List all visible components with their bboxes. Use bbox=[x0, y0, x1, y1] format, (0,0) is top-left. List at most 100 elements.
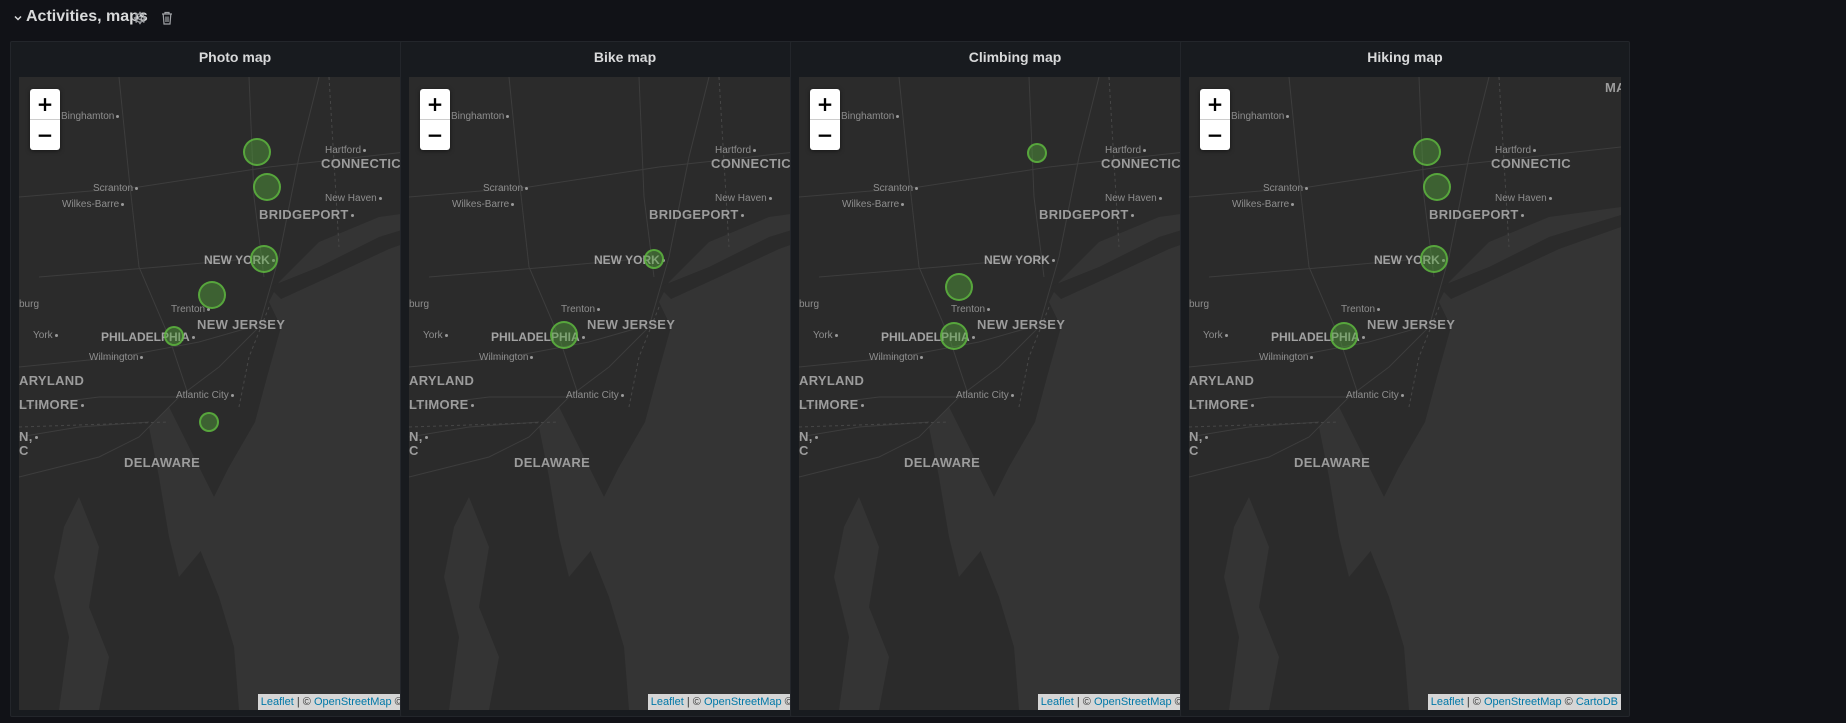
map-label-binghamton: Binghamton bbox=[841, 111, 900, 122]
map-label-wilmington: Wilmington bbox=[89, 352, 144, 363]
activity-marker[interactable] bbox=[1423, 173, 1451, 201]
openstreetmap-link[interactable]: OpenStreetMap bbox=[314, 696, 392, 708]
activity-marker[interactable] bbox=[250, 245, 278, 273]
map-label-wilmington: Wilmington bbox=[869, 352, 924, 363]
zoom-control: + − bbox=[810, 89, 840, 150]
map-label-new-jersey: NEW JERSEY bbox=[587, 317, 675, 332]
map-label-text: Scranton bbox=[1263, 183, 1304, 194]
map-label-text: NEW YORK bbox=[984, 253, 1050, 267]
map-label-text: CONNECTIC bbox=[1491, 156, 1571, 171]
map-label-text: burg bbox=[19, 299, 40, 310]
activity-marker[interactable] bbox=[1027, 143, 1047, 163]
map-label-text: Trenton bbox=[171, 304, 206, 315]
activity-marker[interactable] bbox=[1330, 322, 1358, 350]
activity-marker[interactable] bbox=[550, 321, 578, 349]
openstreetmap-link[interactable]: OpenStreetMap bbox=[1094, 696, 1172, 708]
map-label-aryland: ARYLAND bbox=[799, 373, 864, 388]
map-label-text: York bbox=[33, 330, 53, 341]
map-label-text: NEW JERSEY bbox=[1367, 317, 1456, 332]
activity-marker[interactable] bbox=[1420, 245, 1448, 273]
map-view[interactable]: BinghamtonHartfordCONNECTICMAScrantonNew… bbox=[19, 77, 451, 710]
openstreetmap-link[interactable]: OpenStreetMap bbox=[704, 696, 782, 708]
map-label-hartford: Hartford bbox=[325, 145, 367, 156]
zoom-control: + − bbox=[420, 89, 450, 150]
map-label-text: N, bbox=[409, 429, 423, 444]
activity-marker[interactable] bbox=[940, 322, 968, 350]
map-view[interactable]: BinghamtonHartfordCONNECTICMAScrantonNew… bbox=[799, 77, 1231, 710]
map-label-text: Atlantic City bbox=[956, 390, 1009, 401]
leaflet-link[interactable]: Leaflet bbox=[651, 696, 684, 708]
activity-marker[interactable] bbox=[198, 281, 226, 309]
map-label-text: Atlantic City bbox=[1346, 390, 1399, 401]
map-label-connecticut: CONNECTIC bbox=[711, 156, 791, 171]
map-label-text: Hartford bbox=[1495, 145, 1532, 156]
map-label-text: ARYLAND bbox=[19, 373, 85, 388]
map-basemap bbox=[19, 77, 451, 710]
chevron-down-icon[interactable] bbox=[13, 13, 23, 23]
map-label-text: DELAWARE bbox=[514, 455, 591, 470]
activity-marker[interactable] bbox=[164, 326, 184, 346]
zoom-in-button[interactable]: + bbox=[420, 89, 450, 120]
map-view[interactable]: BinghamtonHartfordCONNECTICMAScrantonNew… bbox=[1189, 77, 1621, 710]
map-label-text: Wilkes-Barre bbox=[62, 199, 120, 210]
panel-title[interactable]: Bike map bbox=[401, 49, 849, 65]
map-label-text: BRIDGEPORT bbox=[259, 207, 349, 222]
openstreetmap-link[interactable]: OpenStreetMap bbox=[1484, 696, 1562, 708]
activity-marker[interactable] bbox=[243, 138, 271, 166]
map-label-text: BRIDGEPORT bbox=[1039, 207, 1129, 222]
map-label-text: Trenton bbox=[951, 304, 986, 315]
map-label-scranton: Scranton bbox=[483, 183, 529, 194]
panel-title[interactable]: Hiking map bbox=[1181, 49, 1629, 65]
map-label-wilmington: Wilmington bbox=[1259, 352, 1314, 363]
map-label-delaware: DELAWARE bbox=[1294, 455, 1370, 470]
map-label-text: Binghamton bbox=[451, 111, 505, 122]
map-label-york: York bbox=[33, 330, 58, 341]
trash-icon[interactable] bbox=[160, 11, 174, 25]
zoom-out-button[interactable]: − bbox=[810, 120, 840, 150]
cartodb-link[interactable]: CartoDB bbox=[1576, 696, 1618, 708]
activity-marker[interactable] bbox=[644, 249, 664, 269]
map-label-wilkes-barre: Wilkes-Barre bbox=[452, 199, 515, 210]
zoom-out-button[interactable]: − bbox=[30, 120, 60, 150]
map-panel-3: Climbing map Binghamton Hartford CONNECT… bbox=[790, 41, 1240, 717]
map-panel-1: Photo map Binghamton Hartford CONNECTIC … bbox=[10, 41, 460, 717]
leaflet-link[interactable]: Leaflet bbox=[261, 696, 294, 708]
attribution-separator: | © bbox=[1073, 696, 1094, 708]
zoom-out-button[interactable]: − bbox=[1200, 120, 1230, 150]
leaflet-link[interactable]: Leaflet bbox=[1041, 696, 1074, 708]
activity-marker[interactable] bbox=[945, 273, 973, 301]
map-basemap bbox=[799, 77, 1231, 710]
zoom-in-button[interactable]: + bbox=[810, 89, 840, 120]
map-label-text: Wilkes-Barre bbox=[1232, 199, 1290, 210]
activity-marker[interactable] bbox=[199, 412, 219, 432]
map-label-text: Binghamton bbox=[1231, 111, 1285, 122]
map-label-aryland: ARYLAND bbox=[1189, 373, 1254, 388]
map-attribution: Leaflet | © OpenStreetMap © CartoDB bbox=[1427, 694, 1621, 710]
gear-icon[interactable] bbox=[133, 11, 147, 25]
map-view[interactable]: BinghamtonHartfordCONNECTICMAScrantonNew… bbox=[409, 77, 841, 710]
zoom-in-button[interactable]: + bbox=[30, 89, 60, 120]
attribution-separator: | © bbox=[683, 696, 704, 708]
map-label-text: NEW JERSEY bbox=[977, 317, 1066, 332]
panel-title[interactable]: Climbing map bbox=[791, 49, 1239, 65]
zoom-in-button[interactable]: + bbox=[1200, 89, 1230, 120]
map-label-n: N, bbox=[799, 429, 818, 444]
activity-marker[interactable] bbox=[1413, 138, 1441, 166]
activity-marker[interactable] bbox=[253, 173, 281, 201]
map-panel-4: Hiking map Binghamton Hartford CONNECTIC… bbox=[1180, 41, 1630, 717]
map-label-text: Trenton bbox=[1341, 304, 1376, 315]
row-title[interactable]: Activities, maps bbox=[26, 8, 148, 26]
leaflet-link[interactable]: Leaflet bbox=[1431, 696, 1464, 708]
map-label-burg: burg bbox=[19, 299, 39, 310]
map-label-text: Wilkes-Barre bbox=[842, 199, 900, 210]
panel-title[interactable]: Photo map bbox=[11, 49, 459, 65]
map-label-text: N, bbox=[19, 429, 33, 444]
map-label-wilkes-barre: Wilkes-Barre bbox=[1232, 199, 1295, 210]
map-label-text: ARYLAND bbox=[409, 373, 475, 388]
map-label-text: LTIMORE bbox=[1189, 397, 1249, 412]
map-label-trenton: Trenton bbox=[561, 304, 601, 315]
map-label-binghamton: Binghamton bbox=[451, 111, 510, 122]
zoom-out-button[interactable]: − bbox=[420, 120, 450, 150]
map-label-wilmington: Wilmington bbox=[479, 352, 534, 363]
map-label-ltimore: LTIMORE bbox=[19, 397, 84, 412]
